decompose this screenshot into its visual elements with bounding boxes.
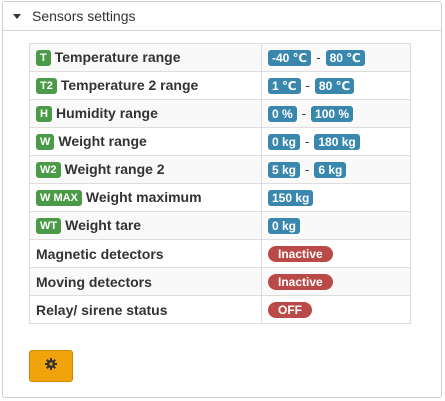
row-label: Weight tare <box>65 217 142 233</box>
range-separator: - <box>305 78 310 93</box>
row-tag: H <box>36 106 52 122</box>
row-label: Temperature 2 range <box>60 77 199 93</box>
range-separator: - <box>305 162 310 177</box>
range-max-value: 80 ℃ <box>325 50 365 66</box>
row-label: Moving detectors <box>36 273 152 290</box>
range-min-value: 0 kg <box>268 134 301 150</box>
row-tag: W <box>36 134 55 150</box>
range-separator: - <box>301 106 307 121</box>
row-label: Weight range <box>58 133 147 149</box>
row-tag: W MAX <box>36 190 82 206</box>
range-separator: - <box>305 134 310 149</box>
table-row: WT Weight tare 0 kg <box>29 211 411 240</box>
range-max-value: 6 kg <box>314 162 347 178</box>
table-row: W MAX Weight maximum 150 kg <box>29 183 411 212</box>
panel-heading[interactable]: Sensors settings <box>3 2 441 31</box>
status-badge: OFF <box>268 302 312 318</box>
caret-down-icon[interactable] <box>13 14 21 19</box>
row-label: Relay/ sirene status <box>36 301 168 318</box>
range-min-value: -40 ℃ <box>268 50 312 66</box>
range-max-value: 80 ℃ <box>314 78 355 94</box>
row-label: Humidity range <box>55 105 158 121</box>
range-max-value: 180 kg <box>314 134 360 150</box>
table-row: H Humidity range 0 % -100 % <box>29 99 411 128</box>
table-row: W Weight range 0 kg -180 kg <box>29 127 411 156</box>
range-min-value: 0 % <box>268 106 297 122</box>
status-badge: Inactive <box>268 274 333 290</box>
range-separator: - <box>316 50 321 65</box>
range-min-value: 5 kg <box>268 162 301 178</box>
panel-title: Sensors settings <box>32 8 136 24</box>
row-tag: T2 <box>36 78 57 94</box>
table-row: Relay/ sirene status OFF <box>29 295 411 324</box>
row-label: Magnetic detectors <box>36 245 164 262</box>
table-row: Magnetic detectors Inactive <box>29 239 411 268</box>
range-min-value: 1 ℃ <box>268 78 301 94</box>
row-label: Weight maximum <box>85 189 202 205</box>
row-label: Weight range 2 <box>64 161 165 177</box>
table-row: Moving detectors Inactive <box>29 267 411 296</box>
settings-button[interactable] <box>29 350 73 382</box>
table-row: T2 Temperature 2 range 1 ℃ -80 ℃ <box>29 71 411 100</box>
single-value: 150 kg <box>268 190 314 206</box>
row-tag: W2 <box>36 162 61 178</box>
single-value: 0 kg <box>268 218 301 234</box>
table-row: W2 Weight range 2 5 kg -6 kg <box>29 155 411 184</box>
row-tag: WT <box>36 218 62 234</box>
range-max-value: 100 % <box>311 106 354 122</box>
sensors-table: T Temperature range -40 ℃ -80 ℃ T2 Temperat… <box>29 43 411 324</box>
gear-icon <box>45 357 57 375</box>
status-badge: Inactive <box>268 246 333 262</box>
table-row: T Temperature range -40 ℃ -80 ℃ <box>29 43 411 72</box>
row-tag: T <box>36 50 51 66</box>
row-label: Temperature range <box>54 49 181 65</box>
